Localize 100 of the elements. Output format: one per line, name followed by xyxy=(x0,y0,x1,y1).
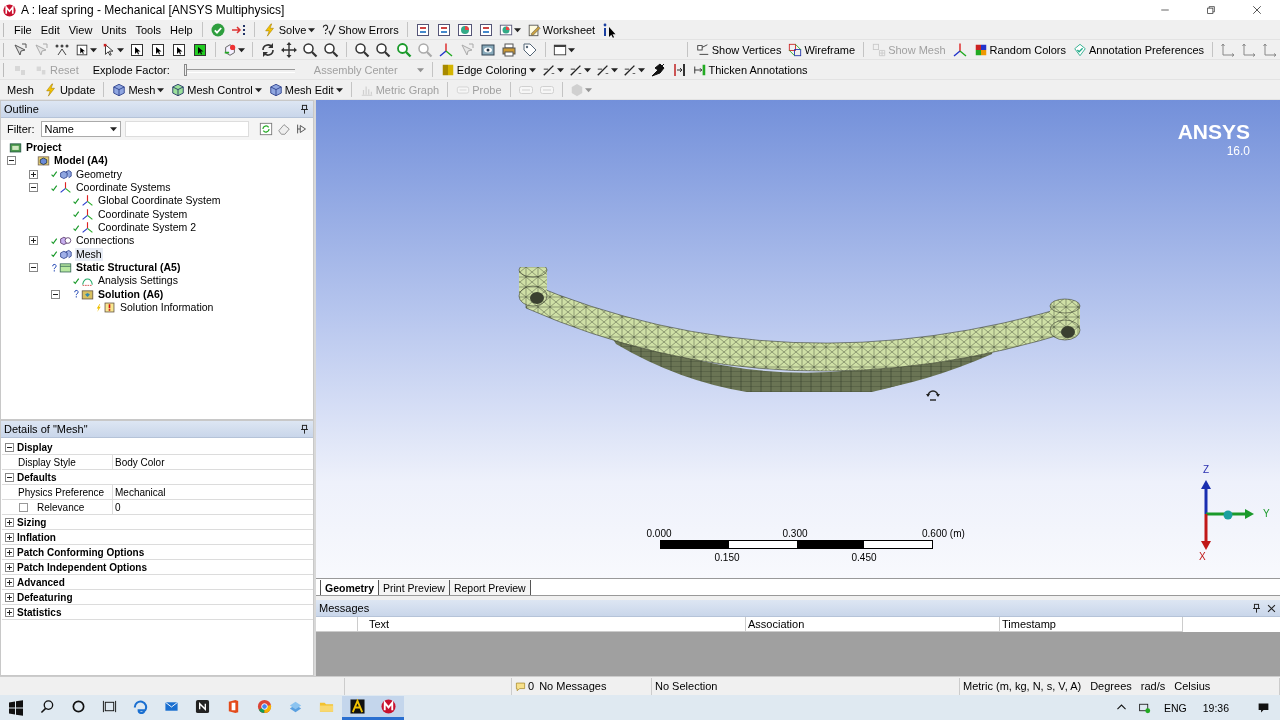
tree-item[interactable]: Connections xyxy=(75,234,136,248)
slider-thumb[interactable] xyxy=(183,63,187,76)
cube-icon xyxy=(171,82,186,97)
part-icon xyxy=(223,42,237,57)
collapse-toggle[interactable] xyxy=(51,289,60,299)
tree-item[interactable]: Coordinate Systems xyxy=(75,181,172,195)
property-value[interactable]: Body Color xyxy=(113,456,165,468)
restore-icon[interactable] xyxy=(1205,4,1217,16)
tree-item[interactable]: Model (A4) xyxy=(53,154,109,168)
expand-toggle[interactable] xyxy=(2,562,17,572)
expand-toggle[interactable] xyxy=(2,547,17,557)
document-icon[interactable] xyxy=(435,21,452,38)
expand-toggle[interactable] xyxy=(2,607,17,617)
column-header[interactable]: Association xyxy=(746,617,1000,632)
toolbar-button[interactable]: Annotation Preferences xyxy=(1070,40,1207,59)
toolbar-button[interactable]: Edge Coloring xyxy=(437,60,539,79)
taskbar-button[interactable] xyxy=(342,695,373,720)
property-value[interactable]: 0 xyxy=(113,501,121,513)
zoom-icon[interactable] xyxy=(323,41,339,58)
toolbar-button[interactable]: Mesh Control xyxy=(168,80,265,99)
clock[interactable]: 19:36 xyxy=(1202,701,1229,714)
toolbar-button[interactable]: Mesh Edit xyxy=(265,80,346,99)
view-icon[interactable] xyxy=(480,41,496,58)
zoom-icon[interactable] xyxy=(302,41,318,58)
select-icon[interactable] xyxy=(150,41,166,58)
document-icon[interactable] xyxy=(414,21,431,38)
collapse-toggle[interactable] xyxy=(7,156,16,166)
menu-item[interactable]: Tools xyxy=(131,20,166,39)
filter-icon[interactable] xyxy=(294,122,309,136)
pin-icon[interactable] xyxy=(299,103,310,115)
tree-item[interactable]: Geometry xyxy=(75,167,124,181)
toolbar-button[interactable]: Thicken Annotations xyxy=(689,60,811,79)
toolbar-button[interactable]: Update xyxy=(40,80,99,99)
expand-toggle[interactable] xyxy=(2,517,17,527)
checkbox[interactable] xyxy=(19,502,28,512)
collapse-toggle[interactable] xyxy=(29,263,38,273)
expand-toggle[interactable] xyxy=(2,592,17,602)
pin-icon[interactable] xyxy=(1251,602,1262,614)
tag-icon[interactable] xyxy=(522,41,538,58)
tree-item[interactable]: Static Structural (A5) xyxy=(75,261,182,275)
tree-item[interactable]: Solution (A6) xyxy=(97,287,165,301)
tree-item[interactable]: Coordinate System 2 xyxy=(97,221,198,235)
language-indicator[interactable]: ENG xyxy=(1163,701,1187,714)
triad-icon[interactable] xyxy=(438,41,454,58)
windows-start-icon[interactable] xyxy=(8,699,24,716)
group-header: Patch Independent Options xyxy=(17,561,147,573)
expand-toggle[interactable] xyxy=(2,532,17,542)
menu-item[interactable]: File xyxy=(10,20,36,39)
graphics-viewport[interactable]: ANSYS 16.0 0.000 0.300 0.600 (m) 0.150 0.450 Z Y X xyxy=(316,100,1280,578)
filter-dropdown[interactable]: Name xyxy=(40,121,121,137)
view-tab[interactable]: Print Preview xyxy=(378,580,450,595)
collapse-toggle[interactable] xyxy=(29,183,38,193)
pin-icon[interactable] xyxy=(649,61,666,78)
info-icon[interactable] xyxy=(601,21,618,38)
chart-icon[interactable] xyxy=(456,21,473,38)
notification-icon[interactable] xyxy=(1257,701,1270,714)
toolbar-button[interactable]: Random Colors xyxy=(970,40,1070,59)
select-icon[interactable] xyxy=(171,41,187,58)
close-icon[interactable] xyxy=(1266,602,1277,614)
menu-item[interactable]: Edit xyxy=(36,20,64,39)
tree-item[interactable]: Solution Information xyxy=(119,301,215,315)
tree-item[interactable]: Analysis Settings xyxy=(97,274,179,288)
tree-item[interactable]: Mesh xyxy=(75,247,103,261)
toolbar-button[interactable]: Worksheet xyxy=(523,20,599,39)
refresh-icon[interactable] xyxy=(258,122,273,136)
collapse-toggle[interactable] xyxy=(2,442,17,452)
expand-toggle[interactable] xyxy=(2,577,17,587)
expand-toggle[interactable] xyxy=(29,236,38,246)
zoom-icon[interactable] xyxy=(354,41,370,58)
select-icon[interactable] xyxy=(129,41,145,58)
rotate-icon[interactable] xyxy=(260,41,276,58)
toolbar-button[interactable]: Show Vertices xyxy=(692,40,785,59)
filter-field[interactable] xyxy=(124,121,249,137)
triad-icon[interactable] xyxy=(951,41,968,58)
printer-icon[interactable] xyxy=(501,41,517,58)
column-header[interactable]: Text xyxy=(358,617,746,632)
toolbar-button[interactable]: Solve xyxy=(259,20,319,39)
tree-item[interactable]: Project xyxy=(25,141,63,155)
select-icon[interactable] xyxy=(192,41,208,58)
column-header[interactable]: Timestamp xyxy=(1000,617,1183,632)
toolbar-button[interactable]: Show Errors xyxy=(319,20,402,39)
pin-icon[interactable] xyxy=(299,423,310,435)
document-icon[interactable] xyxy=(477,21,494,38)
check-icon[interactable] xyxy=(209,21,226,38)
toolbar-button[interactable]: Wireframe xyxy=(785,40,859,59)
collapse-toggle[interactable] xyxy=(2,472,17,482)
network-icon[interactable] xyxy=(1137,701,1151,714)
pick-icon[interactable] xyxy=(12,41,28,58)
property-value[interactable]: Mechanical xyxy=(113,486,166,498)
tree-item[interactable]: Global Coordinate System xyxy=(97,194,222,208)
zoom-icon[interactable] xyxy=(375,41,391,58)
toolbar-button[interactable]: Mesh xyxy=(109,80,168,99)
menu-item[interactable]: Units xyxy=(97,20,131,39)
view-tab[interactable]: Report Preview xyxy=(448,580,531,595)
tree-item[interactable]: Coordinate System xyxy=(97,207,189,221)
menu-item[interactable]: Help xyxy=(166,20,197,39)
close-icon[interactable] xyxy=(1251,4,1263,16)
menu-item[interactable]: View xyxy=(64,20,97,39)
pan-icon[interactable] xyxy=(281,41,297,58)
expand-toggle[interactable] xyxy=(29,169,38,179)
